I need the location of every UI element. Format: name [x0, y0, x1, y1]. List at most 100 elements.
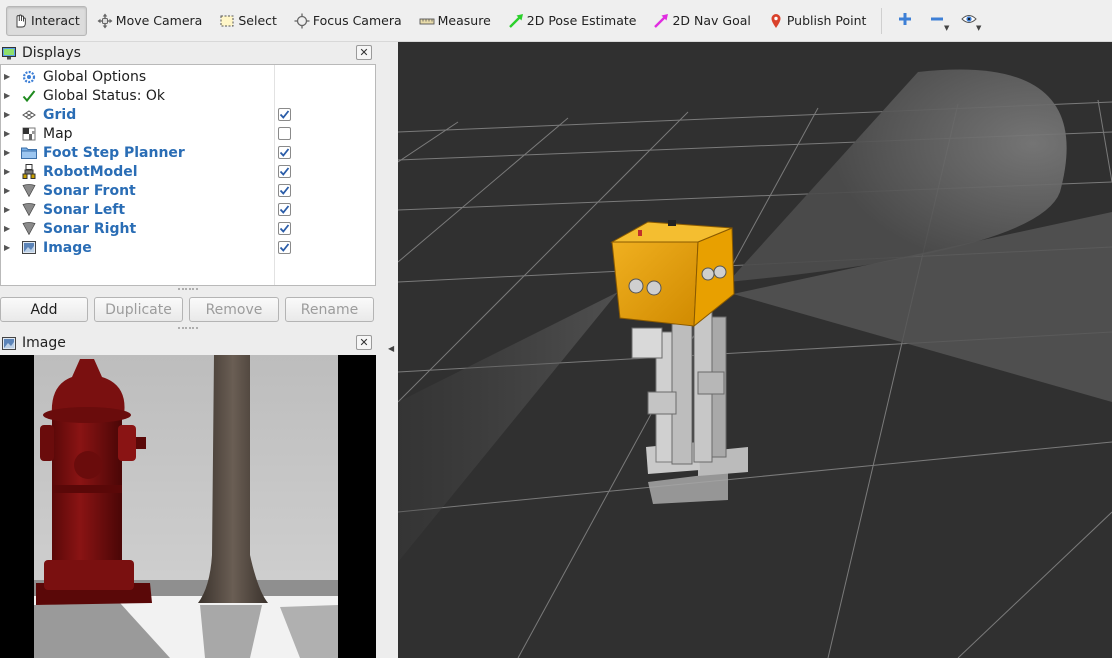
checkmark-icon [20, 88, 38, 104]
displays-panel-header: Displays ✕ [0, 42, 376, 64]
interact-tool-button[interactable]: Interact [6, 5, 87, 36]
display-item-sonar-left[interactable]: ▶ Sonar Left [1, 200, 375, 219]
select-tool-button[interactable]: Select [213, 6, 284, 36]
expand-arrow-icon[interactable]: ▶ [4, 72, 12, 81]
enable-checkbox[interactable] [278, 222, 291, 235]
dropdown-arrow-icon: ▼ [944, 23, 950, 32]
duplicate-button[interactable]: Duplicate [94, 297, 183, 322]
remove-tool-button[interactable]: ▼ [922, 6, 952, 36]
enable-checkbox[interactable] [278, 165, 291, 178]
display-item-grid[interactable]: ▶ Grid [1, 105, 375, 124]
map-icon [20, 126, 38, 142]
display-item-label: Sonar Left [43, 201, 126, 218]
2d-pose-estimate-tool-button[interactable]: 2D Pose Estimate [502, 6, 644, 36]
expand-arrow-icon[interactable]: ▶ [4, 186, 12, 195]
expand-arrow-icon[interactable]: ▶ [4, 91, 12, 100]
close-icon: ✕ [359, 46, 369, 59]
display-item-label: Foot Step Planner [43, 144, 185, 161]
range-cone-icon [20, 183, 38, 199]
folder-icon [20, 145, 38, 161]
display-item-robot-model[interactable]: ▶ RobotModel [1, 162, 375, 181]
image-panel-header: Image ✕ [0, 332, 376, 354]
range-cone-icon [20, 202, 38, 218]
display-item-global-options[interactable]: ▶ Global Options [1, 67, 375, 86]
enable-checkbox[interactable] [278, 146, 291, 159]
display-item-label: Grid [43, 106, 77, 123]
enable-checkbox[interactable] [278, 108, 291, 121]
cursor-hand-icon [11, 12, 29, 30]
enable-checkbox[interactable] [278, 184, 291, 197]
display-item-sonar-right[interactable]: ▶ Sonar Right [1, 219, 375, 238]
expand-arrow-icon[interactable]: ▶ [4, 110, 12, 119]
display-item-label: Map [43, 125, 73, 142]
add-tool-icon [898, 12, 912, 30]
expand-arrow-icon[interactable]: ▶ [4, 243, 12, 252]
magenta-arrow-icon [652, 12, 670, 30]
3d-viewport[interactable] [398, 42, 1112, 658]
main-toolbar: Interact Move Camera Select Focus Camera… [0, 0, 1112, 42]
enable-checkbox[interactable] [278, 127, 291, 140]
remove-tool-icon [930, 12, 944, 30]
display-item-label: Global Status: Ok [43, 87, 166, 104]
grid-icon [20, 107, 38, 123]
display-item-label: RobotModel [43, 163, 138, 180]
dropdown-arrow-icon: ▼ [976, 23, 982, 32]
display-item-sonar-front[interactable]: ▶ Sonar Front [1, 181, 375, 200]
publish-point-tool-button[interactable]: Publish Point [762, 6, 874, 36]
2d-nav-goal-tool-button[interactable]: 2D Nav Goal [647, 6, 757, 36]
splitter-handle[interactable] [178, 288, 198, 292]
displays-button-row: Add Duplicate Remove Rename [0, 297, 376, 323]
displays-tree: ▶ Global Options ▶ Global Status: Ok ▶ G… [0, 64, 376, 286]
enable-checkbox[interactable] [278, 203, 291, 216]
move-camera-tool-button[interactable]: Move Camera [91, 6, 210, 36]
green-arrow-icon [507, 12, 525, 30]
toolbar-separator [881, 7, 883, 34]
measure-tool-button[interactable]: Measure [413, 6, 498, 36]
tool-label: Move Camera [115, 13, 203, 28]
expand-arrow-icon[interactable]: ▶ [4, 129, 12, 138]
view-tool-button[interactable]: ▼ [954, 6, 984, 36]
display-item-foot-step-planner[interactable]: ▶ Foot Step Planner [1, 143, 375, 162]
tool-label: Publish Point [786, 13, 867, 28]
move-camera-icon [96, 12, 114, 30]
display-item-label: Sonar Front [43, 182, 136, 199]
gear-icon [20, 69, 38, 85]
range-cone-icon [20, 221, 38, 237]
image-panel-title: Image [22, 335, 66, 351]
expand-arrow-icon[interactable]: ▶ [4, 167, 12, 176]
remove-button[interactable]: Remove [189, 297, 279, 322]
image-close-button[interactable]: ✕ [356, 335, 372, 350]
close-icon: ✕ [359, 336, 369, 349]
display-item-label: Global Options [43, 68, 147, 85]
focus-camera-tool-button[interactable]: Focus Camera [288, 6, 409, 36]
camera-image [0, 355, 376, 658]
3d-scene [398, 42, 1112, 658]
display-item-global-status[interactable]: ▶ Global Status: Ok [1, 86, 375, 105]
displays-close-button[interactable]: ✕ [356, 45, 372, 60]
expand-arrow-icon[interactable]: ▶ [4, 148, 12, 157]
camera-image-view[interactable] [0, 355, 376, 658]
view-eye-icon [961, 13, 978, 29]
tool-label: 2D Nav Goal [672, 13, 751, 28]
expand-arrow-icon[interactable]: ▶ [4, 224, 12, 233]
display-item-map[interactable]: ▶ Map [1, 124, 375, 143]
display-item-image[interactable]: ▶ Image [1, 238, 375, 257]
tool-label: 2D Pose Estimate [526, 13, 637, 28]
image-icon [20, 240, 38, 256]
enable-checkbox[interactable] [278, 241, 291, 254]
monitor-icon [2, 46, 16, 60]
collapse-left-dock-icon[interactable]: ◀ [388, 344, 394, 353]
tool-label: Interact [31, 13, 80, 28]
focus-crosshair-icon [293, 12, 311, 30]
image-icon [2, 336, 16, 350]
display-item-label: Sonar Right [43, 220, 137, 237]
display-item-label: Image [43, 239, 92, 256]
tool-label: Measure [437, 13, 491, 28]
add-button[interactable]: Add [0, 297, 88, 322]
splitter-handle[interactable] [178, 327, 198, 331]
add-tool-button[interactable] [890, 6, 920, 36]
rename-button[interactable]: Rename [285, 297, 374, 322]
expand-arrow-icon[interactable]: ▶ [4, 205, 12, 214]
displays-panel-title: Displays [22, 45, 81, 61]
select-box-icon [218, 12, 236, 30]
